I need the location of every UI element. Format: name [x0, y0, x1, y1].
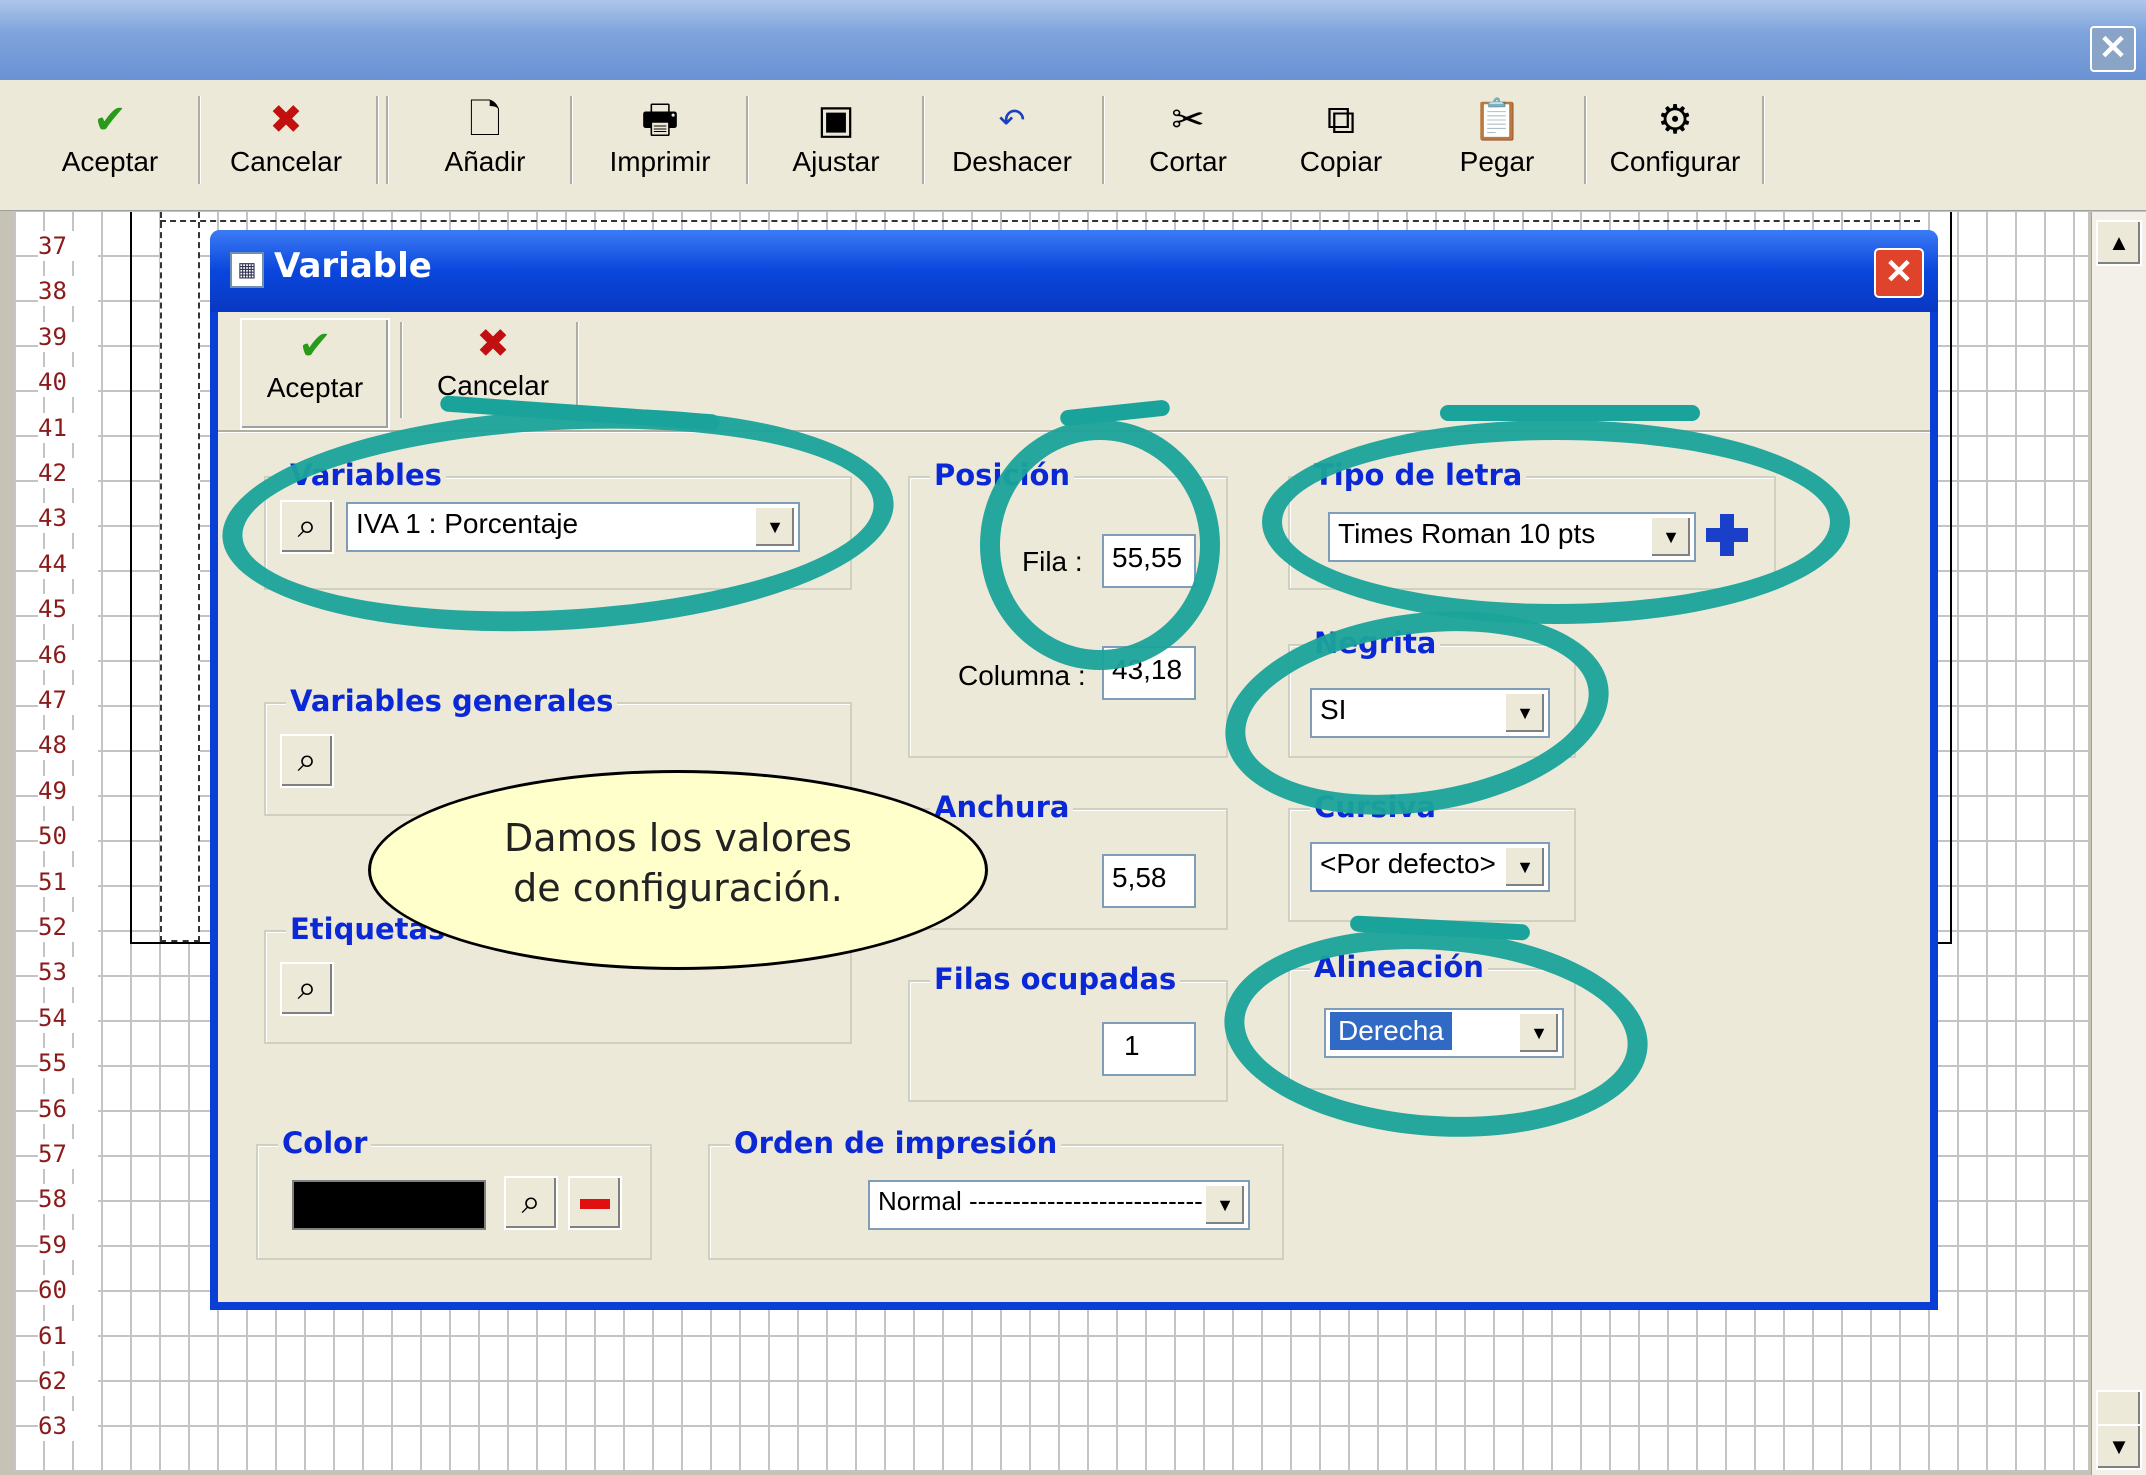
main-toolbar: ✔ Aceptar ✖ Cancelar 🗋 Añadir 🖶 Imprimir… — [0, 80, 2146, 211]
search-general-variables-button[interactable]: ⌕ — [280, 734, 334, 788]
row-number: 57 — [38, 1139, 98, 1169]
search-labels-button[interactable]: ⌕ — [280, 962, 334, 1016]
toolbar-separator — [1584, 96, 1587, 184]
row-number: 42 — [38, 458, 98, 488]
scissors-icon: ✂ — [1171, 98, 1205, 142]
row-number: 50 — [38, 821, 98, 852]
printer-icon: 🖶 — [641, 98, 679, 142]
copy-button[interactable]: ⧉ Copiar — [1276, 90, 1406, 200]
chevron-down-icon[interactable]: ▼ — [1504, 846, 1546, 888]
gear-icon: ⚙ — [1657, 98, 1693, 142]
paste-icon: 📋 — [1472, 98, 1522, 142]
toolbar-separator — [570, 96, 573, 184]
dashed-header-fields — [160, 212, 1920, 222]
magnifier-icon: ⌕ — [297, 741, 317, 779]
toolbar-separator — [386, 96, 389, 184]
highlight-circle-position — [980, 420, 1220, 670]
color-group: Color ⌕ — [256, 1126, 652, 1260]
row-number: 37 — [38, 231, 98, 261]
toolbar-separator — [400, 322, 403, 418]
pick-color-button[interactable]: ⌕ — [504, 1176, 558, 1230]
paste-button[interactable]: 📋 Pegar — [1432, 90, 1562, 200]
row-number: 52 — [38, 912, 98, 942]
row-number: 43 — [38, 503, 98, 534]
x-icon: ✖ — [269, 98, 303, 142]
toolbar-separator — [198, 96, 201, 184]
minus-icon — [580, 1199, 610, 1210]
color-swatch — [292, 1180, 486, 1230]
highlight-circle-font — [1262, 420, 1850, 624]
rows-occupied-group: Filas ocupadas 1 — [908, 962, 1228, 1102]
row-number: 49 — [38, 775, 98, 806]
magnifier-icon: ⌕ — [521, 1183, 541, 1221]
italic-select[interactable]: <Por defecto> ▼ — [1310, 842, 1550, 892]
toolbar-separator — [1762, 96, 1765, 184]
row-number: 41 — [38, 412, 98, 443]
print-order-select[interactable]: Normal --------------------------- ▼ — [868, 1180, 1250, 1230]
check-icon: ✔ — [298, 324, 332, 368]
scroll-down-button[interactable]: ▼ — [2096, 1424, 2142, 1470]
row-number: 53 — [38, 957, 98, 988]
magnifier-icon: ⌕ — [297, 969, 317, 1007]
row-number: 55 — [38, 1048, 98, 1079]
dialog-app-icon: ▦ — [230, 252, 264, 288]
variable-dialog: ▦ Variable ✕ ✔ Aceptar ✖ Cancelar Variab… — [210, 230, 1938, 1310]
row-number: 38 — [38, 276, 98, 307]
row-number: 56 — [38, 1093, 98, 1124]
row-number: 46 — [38, 639, 98, 670]
undo-icon: ↶ — [998, 102, 1026, 138]
check-icon: ✔ — [93, 98, 127, 142]
fit-button[interactable]: ▣ Ajustar — [766, 90, 906, 200]
row-number: 44 — [38, 548, 98, 579]
new-page-icon: 🗋 — [468, 98, 502, 142]
width-field[interactable]: 5,58 — [1102, 854, 1196, 908]
row-number: 58 — [38, 1184, 98, 1215]
dialog-title: Variable — [274, 246, 432, 286]
highlight-swoosh — [1440, 405, 1700, 421]
monitor-icon: ▣ — [817, 98, 855, 142]
italic-group: Cursiva <Por defecto> ▼ — [1288, 790, 1576, 922]
row-number: 40 — [38, 367, 98, 398]
vertical-scrollbar[interactable]: ▲ ▼ — [2091, 212, 2146, 1475]
cancel-button[interactable]: ✖ Cancelar — [216, 90, 356, 200]
dashed-field-column — [160, 212, 200, 942]
toolbar-separator — [746, 96, 749, 184]
row-number: 48 — [38, 730, 98, 761]
dialog-close-button[interactable]: ✕ — [1874, 248, 1924, 298]
row-number: 61 — [38, 1320, 98, 1351]
toolbar-separator — [576, 322, 579, 418]
print-order-group: Orden de impresión Normal --------------… — [708, 1126, 1284, 1260]
chevron-down-icon[interactable]: ▼ — [1204, 1184, 1246, 1226]
undo-button[interactable]: ↶ Deshacer — [940, 90, 1084, 200]
dialog-accept-button[interactable]: ✔ Aceptar — [240, 318, 390, 430]
row-number: 63 — [38, 1411, 98, 1442]
row-number: 59 — [38, 1229, 98, 1260]
cut-button[interactable]: ✂ Cortar — [1120, 90, 1256, 200]
add-button[interactable]: 🗋 Añadir — [420, 90, 550, 200]
dialog-titlebar: ▦ Variable ✕ — [210, 230, 1938, 312]
row-number: 62 — [38, 1366, 98, 1396]
configure-button[interactable]: ⚙ Configurar — [1600, 90, 1750, 200]
toolbar-separator — [1102, 96, 1105, 184]
clear-color-button[interactable] — [568, 1176, 622, 1230]
window-close-button[interactable]: ✕ — [2090, 26, 2136, 72]
accept-button[interactable]: ✔ Aceptar — [40, 90, 180, 200]
rows-occupied-field[interactable]: 1 — [1102, 1022, 1196, 1076]
copy-icon: ⧉ — [1326, 98, 1356, 142]
window-titlebar: ✕ — [0, 0, 2146, 80]
scroll-up-button[interactable]: ▲ — [2096, 220, 2142, 266]
row-number: 47 — [38, 685, 98, 715]
toolbar-separator — [376, 96, 379, 184]
row-number: 45 — [38, 594, 98, 625]
toolbar-separator — [922, 96, 925, 184]
row-number: 54 — [38, 1002, 98, 1033]
x-icon: ✖ — [476, 322, 510, 366]
instruction-callout: Damos los valores de configuración. — [368, 770, 988, 970]
row-number: 51 — [38, 866, 98, 897]
print-button[interactable]: 🖶 Imprimir — [590, 90, 730, 200]
row-number: 39 — [38, 321, 98, 352]
row-number: 60 — [38, 1275, 98, 1306]
